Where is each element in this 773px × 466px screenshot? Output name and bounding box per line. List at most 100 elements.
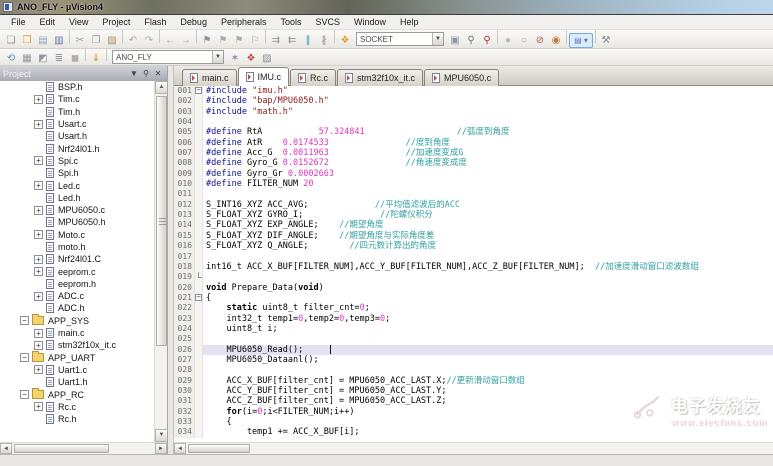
code-line-13[interactable]: 013 S_FLOAT_XYZ GYRO_I; //陀螺仪积分 — [174, 210, 773, 221]
code-line-14[interactable]: 014 S_FLOAT_XYZ EXP_ANGLE; //期望角度 — [174, 220, 773, 231]
comment-icon[interactable]: ∥ — [300, 34, 316, 49]
tree-item-rc-h[interactable]: Rc.h — [0, 413, 154, 425]
code-line-32[interactable]: 032 for(i=0;i<FILTER_NUM;i++) — [174, 406, 773, 417]
code-line-16[interactable]: 016 S_FLOAT_XYZ Q_ANGLE; //四元数计算出的角度 — [174, 241, 773, 252]
code-line-34[interactable]: 034 temp1 += ACC_X_BUF[i]; — [174, 427, 773, 438]
tree-item-app-rc[interactable]: − APP_RC — [0, 388, 154, 400]
copy-icon[interactable]: ❐ — [88, 34, 104, 49]
code-line-7[interactable]: 007 #define Acc_G 0.0011963 //加速度变成G — [174, 148, 773, 159]
project-tree-vscrollbar[interactable]: ▲ ▼ — [154, 81, 167, 442]
tree-item-nrf24l01-h[interactable]: Nrf24l01.h — [0, 142, 154, 154]
scroll-down-icon[interactable]: ▼ — [155, 429, 167, 442]
new-file-icon[interactable]: ❏ — [3, 34, 19, 49]
tree-item-stm32f10x-it-c[interactable]: + stm32f10x_it.c — [0, 339, 154, 351]
bookmark-prev-icon[interactable]: ⚑ — [215, 34, 231, 49]
scroll-up-icon[interactable]: ▲ — [155, 81, 167, 94]
tree-plus-icon[interactable]: + — [34, 119, 43, 129]
menu-tools[interactable]: Tools — [273, 16, 308, 28]
code-line-1[interactable]: 001− #include "imu.h" — [174, 86, 773, 97]
open-icon[interactable]: ❒ — [19, 34, 35, 49]
hscroll-thumb[interactable] — [14, 444, 109, 453]
configure-wrench-icon[interactable]: ⚒ — [598, 34, 614, 49]
code-line-18[interactable]: 018 int16_t ACC_X_BUF[FILTER_NUM],ACC_Y_B… — [174, 261, 773, 273]
tree-item-usart-h[interactable]: Usart.h — [0, 130, 154, 142]
tree-item-mpu6050-c[interactable]: + MPU6050.c — [0, 204, 154, 216]
code-line-10[interactable]: 010 #define FILTER_NUM 20 — [174, 179, 773, 190]
load-flash-icon[interactable]: ⇓ — [88, 52, 104, 67]
nav-back-icon[interactable]: ← — [162, 34, 178, 49]
title-bar[interactable]: ANO_FLY - µVision4 — [0, 0, 773, 15]
panel-close-icon[interactable]: ✕ — [152, 68, 164, 80]
bookmark-clear-icon[interactable]: ⚐ — [247, 34, 263, 49]
tree-plus-icon[interactable]: + — [34, 205, 43, 215]
tab-imu-c[interactable]: IMU.c — [237, 67, 290, 86]
tree-item-bsp-h[interactable]: BSP.h — [0, 81, 154, 93]
tab-stm32f10x-it-c[interactable]: stm32f10x_it.c — [337, 69, 424, 86]
tree-item-usart-c[interactable]: + Usart.c — [0, 118, 154, 130]
code-line-25[interactable]: 025 — [174, 334, 773, 345]
tree-item-eeprom-h[interactable]: eeprom.h — [0, 278, 154, 290]
paste-icon[interactable]: ▨ — [104, 34, 120, 49]
code-line-21[interactable]: 021−{ — [174, 292, 773, 304]
kill-breakpoints-icon[interactable]: ⊘ — [532, 34, 548, 49]
tree-item-tim-c[interactable]: + Tim.c — [0, 93, 154, 105]
menu-project[interactable]: Project — [95, 16, 137, 28]
code-line-11[interactable]: 011 — [174, 189, 773, 200]
fold-minus-icon[interactable]: − — [195, 292, 203, 304]
find-in-files-icon[interactable]: ▣ — [447, 34, 463, 49]
tree-item-rc-c[interactable]: + Rc.c — [0, 401, 154, 413]
tree-item-spi-c[interactable]: + Spi.c — [0, 155, 154, 167]
tree-item-tim-h[interactable]: Tim.h — [0, 106, 154, 118]
search-combo-dropdown-icon[interactable]: ▼ — [432, 33, 443, 45]
code-line-22[interactable]: 022 static uint8_t filter_cnt=0; — [174, 303, 773, 314]
editor-scroll-left-icon[interactable]: ◄ — [174, 443, 186, 454]
tree-plus-icon[interactable]: + — [34, 230, 43, 240]
tree-minus-icon[interactable]: − — [20, 390, 29, 400]
tree-item-moto-c[interactable]: + Moto.c — [0, 229, 154, 241]
menu-svcs[interactable]: SVCS — [309, 16, 348, 28]
menu-debug[interactable]: Debug — [173, 16, 214, 28]
tree-item-uart1-c[interactable]: + Uart1.c — [0, 364, 154, 376]
bookmark-next-icon[interactable]: ⚑ — [231, 34, 247, 49]
code-line-5[interactable]: 005 #define RtA 57.324841 //弧度到角度 — [174, 127, 773, 138]
code-line-26[interactable]: 026 MPU6050_Read(); — [174, 344, 773, 355]
fold-minus-icon[interactable]: − — [195, 86, 203, 97]
debug-session-icon[interactable]: ⟲ — [3, 52, 19, 67]
tree-plus-icon[interactable]: + — [34, 181, 43, 191]
tree-item-uart1-h[interactable]: Uart1.h — [0, 376, 154, 388]
window-layout-icon[interactable]: ▤ ▾ — [569, 32, 593, 48]
menu-flash[interactable]: Flash — [137, 16, 173, 28]
search-combo[interactable]: SOCKET ▼ — [356, 32, 444, 46]
code-editor[interactable]: 001− #include "imu.h" 002 #include "bap/MPU… — [174, 86, 773, 442]
tree-plus-icon[interactable]: + — [34, 365, 43, 375]
code-line-31[interactable]: 031 ACC_Z_BUF[filter_cnt] = MPU6050_ACC_… — [174, 396, 773, 407]
code-line-3[interactable]: 003 #include "math.h" — [174, 106, 773, 118]
code-line-29[interactable]: 029 ACC_X_BUF[filter_cnt] = MPU6050_ACC_… — [174, 375, 773, 386]
scroll-right-icon[interactable]: ► — [155, 443, 167, 454]
menu-window[interactable]: Window — [347, 16, 393, 28]
indent-icon[interactable]: ⇉ — [268, 34, 284, 49]
tree-plus-icon[interactable]: + — [34, 254, 43, 264]
tree-plus-icon[interactable]: + — [34, 156, 43, 166]
menu-file[interactable]: File — [4, 16, 33, 28]
code-line-23[interactable]: 023 int32_t temp1=0,temp2=0,temp3=0; — [174, 313, 773, 324]
scroll-left-icon[interactable]: ◄ — [0, 443, 12, 454]
code-line-28[interactable]: 028 — [174, 365, 773, 376]
menu-peripherals[interactable]: Peripherals — [214, 16, 274, 28]
target-combo[interactable]: ANO_FLY ▼ — [112, 50, 224, 64]
tree-item-led-c[interactable]: + Led.c — [0, 179, 154, 191]
project-tree-hscrollbar[interactable]: ◄ ► — [0, 442, 167, 454]
tab-rc-c[interactable]: Rc.c — [290, 69, 337, 86]
code-line-17[interactable]: 017 — [174, 251, 773, 262]
tree-item-main-c[interactable]: + main.c — [0, 327, 154, 339]
tree-item-led-h[interactable]: Led.h — [0, 192, 154, 204]
panel-pin-icon[interactable]: ⚲ — [140, 68, 152, 80]
nav-forward-icon[interactable]: → — [178, 34, 194, 49]
tree-item-adc-h[interactable]: ADC.h — [0, 302, 154, 314]
tree-plus-icon[interactable]: + — [34, 291, 43, 301]
enable-breakpoints-icon[interactable]: ◉ — [548, 34, 564, 49]
save-icon[interactable]: ▤ — [35, 34, 51, 49]
find-icon[interactable]: ⚲ — [463, 34, 479, 49]
vscroll-thumb[interactable] — [156, 96, 167, 346]
menu-view[interactable]: View — [62, 16, 95, 28]
